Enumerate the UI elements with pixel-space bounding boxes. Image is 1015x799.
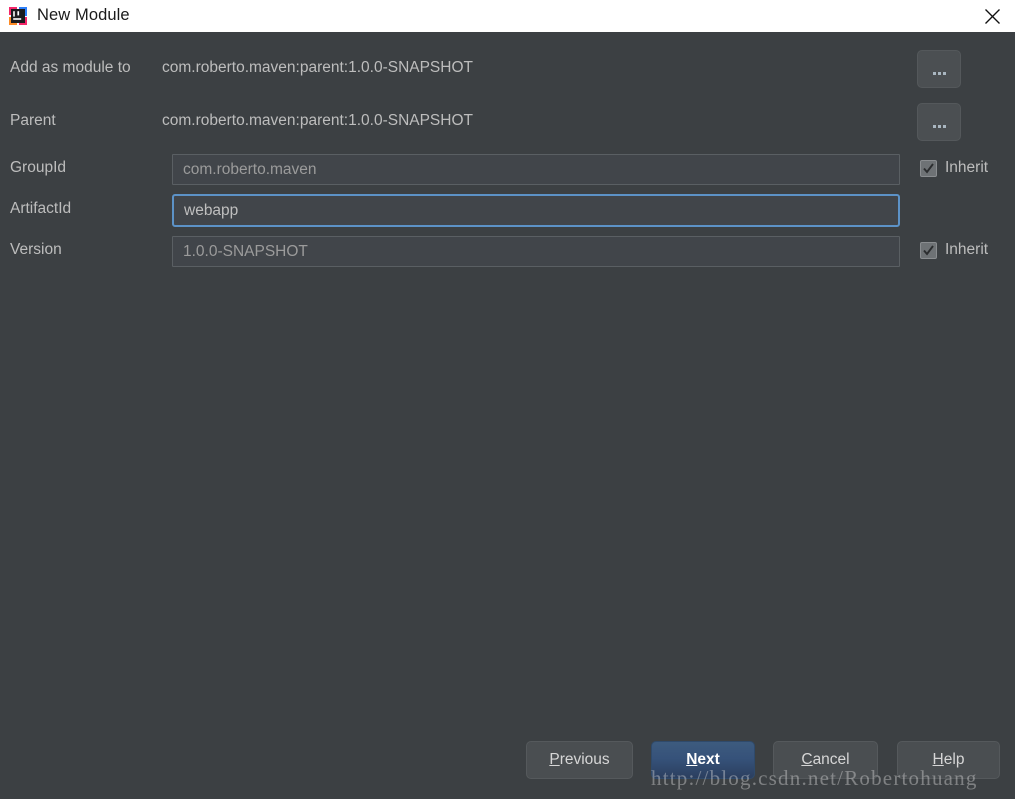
version-inherit-label: Inherit (945, 241, 989, 258)
groupid-inherit-checkbox[interactable] (920, 159, 937, 177)
version-inherit-checkbox-group[interactable]: Inherit (920, 241, 988, 259)
parent-row: Parent com.roberto.maven:parent:1.0.0-SN… (0, 109, 1015, 133)
close-icon[interactable] (969, 0, 1015, 32)
groupid-label: GroupId (10, 159, 67, 176)
intellij-idea-icon (9, 6, 27, 25)
add-as-module-to-value: com.roberto.maven:parent:1.0.0-SNAPSHOT (162, 59, 473, 76)
cancel-button-label: ancel (812, 751, 850, 768)
previous-button-mnemonic: P (549, 751, 560, 768)
window-title: New Module (37, 6, 130, 24)
cancel-button[interactable]: Cancel (773, 741, 878, 779)
groupid-input[interactable]: com.roberto.maven (172, 154, 900, 185)
previous-button-label: revious (559, 751, 610, 768)
next-button-label: ext (697, 751, 720, 768)
cancel-button-mnemonic: C (801, 751, 813, 768)
dialog-footer: Previous Next Cancel Help (0, 733, 1015, 799)
ellipsis-icon (932, 71, 946, 75)
previous-button[interactable]: Previous (526, 741, 633, 779)
window-titlebar: New Module (0, 0, 1015, 32)
help-button-mnemonic: H (932, 751, 944, 768)
groupid-inherit-checkbox-group[interactable]: Inherit (920, 159, 988, 177)
add-as-module-to-browse-button[interactable] (917, 50, 961, 88)
ellipsis-icon (932, 124, 946, 128)
new-module-dialog-body: Add as module to com.roberto.maven:paren… (0, 32, 1015, 799)
add-as-module-to-label: Add as module to (10, 59, 131, 76)
next-button[interactable]: Next (651, 741, 755, 779)
add-as-module-to-row: Add as module to com.roberto.maven:paren… (0, 56, 1015, 80)
groupid-inherit-label: Inherit (945, 159, 989, 176)
next-button-mnemonic: N (686, 751, 698, 768)
help-button[interactable]: Help (897, 741, 1000, 779)
version-label: Version (10, 241, 62, 258)
version-inherit-checkbox[interactable] (920, 241, 937, 259)
parent-value: com.roberto.maven:parent:1.0.0-SNAPSHOT (162, 112, 473, 129)
version-input[interactable]: 1.0.0-SNAPSHOT (172, 236, 900, 267)
artifactid-input[interactable]: webapp (172, 194, 900, 227)
parent-browse-button[interactable] (917, 103, 961, 141)
parent-label: Parent (10, 112, 56, 129)
help-button-label: elp (943, 751, 965, 768)
artifactid-label: ArtifactId (10, 200, 72, 217)
